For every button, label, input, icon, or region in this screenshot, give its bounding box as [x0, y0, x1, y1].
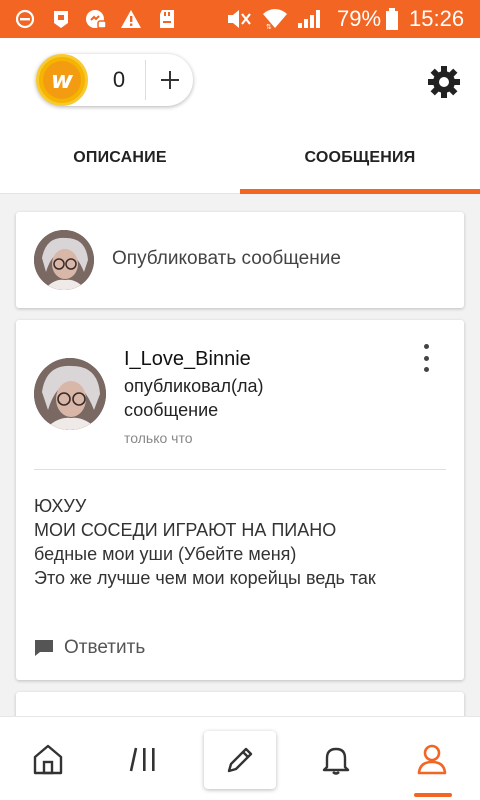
nav-browse[interactable]: [96, 717, 192, 800]
profile-icon: [417, 744, 447, 775]
post-action-line2: сообщение: [124, 400, 219, 420]
tab-description[interactable]: ОПИСАНИЕ: [0, 136, 240, 194]
compose-card[interactable]: Опубликовать сообщение: [16, 212, 464, 308]
nav-create[interactable]: [204, 731, 276, 789]
post-body: ЮХУУ МОИ СОСЕДИ ИГРАЮТ НА ПИАНО бедные м…: [34, 494, 454, 590]
tab-messages[interactable]: СООБЩЕНИЯ: [240, 136, 480, 194]
clock: 15:26: [409, 6, 465, 31]
top-header: w 0: [0, 38, 480, 136]
wifi-icon: ⇅: [262, 8, 288, 30]
home-icon: [33, 744, 63, 775]
battery-percent: 79%: [337, 6, 382, 31]
status-bar: ⇅ 79% 15:26: [0, 0, 480, 38]
post-card: I_Love_Binnie опубликовал(ла) сообщение …: [16, 320, 464, 680]
post-action-text: опубликовал(ла) сообщение: [124, 374, 324, 422]
settings-button[interactable]: [426, 64, 462, 100]
notifications-bell-icon: [322, 747, 350, 775]
nav-profile[interactable]: [384, 717, 480, 800]
svg-text:⇅: ⇅: [266, 23, 272, 30]
coin-w-icon: w: [36, 54, 88, 106]
post-author-name[interactable]: I_Love_Binnie: [124, 348, 251, 371]
warning-icon: [120, 8, 142, 30]
browse-icon: [129, 747, 155, 772]
add-coins-button[interactable]: [146, 54, 193, 106]
post-body-line: ЮХУУ: [34, 496, 87, 516]
post-action-line1: опубликовал(ла): [124, 376, 264, 396]
reply-label: Ответить: [64, 637, 146, 658]
mute-icon: [226, 8, 252, 30]
tab-bar: ОПИСАНИЕ СООБЩЕНИЯ: [0, 136, 480, 194]
gear-icon: [428, 66, 460, 98]
bottom-nav: [0, 716, 480, 800]
divider: [34, 469, 446, 470]
reply-button[interactable]: Ответить: [34, 635, 145, 661]
coins-pill[interactable]: w 0: [36, 54, 193, 106]
active-tab-indicator: [240, 189, 480, 194]
nav-home[interactable]: [0, 717, 96, 800]
comment-icon: [35, 640, 53, 656]
sd-card-icon: [157, 8, 177, 30]
post-body-line: МОИ СОСЕДИ ИГРАЮТ НА ПИАНО: [34, 520, 337, 540]
avatar: [34, 230, 94, 290]
nav-notifications[interactable]: [288, 717, 384, 800]
battery-icon: [384, 8, 400, 30]
active-nav-indicator: [414, 793, 452, 797]
app-notification-icon: [50, 8, 72, 30]
more-options-icon[interactable]: [418, 344, 434, 372]
signal-icon: [296, 8, 322, 30]
post-body-line: Это же лучше чем мои корейцы ведь так: [34, 568, 376, 588]
dnd-icon: [14, 8, 36, 30]
author-avatar[interactable]: [34, 358, 106, 430]
plus-icon: [160, 71, 179, 89]
compose-placeholder: Опубликовать сообщение: [112, 248, 341, 269]
messenger-notification-icon: [84, 8, 108, 30]
coins-count: 0: [112, 67, 126, 92]
post-body-line: бедные мои уши (Убейте меня): [34, 544, 297, 564]
create-pencil-icon: [227, 747, 253, 773]
post-timestamp: только что: [124, 430, 193, 446]
